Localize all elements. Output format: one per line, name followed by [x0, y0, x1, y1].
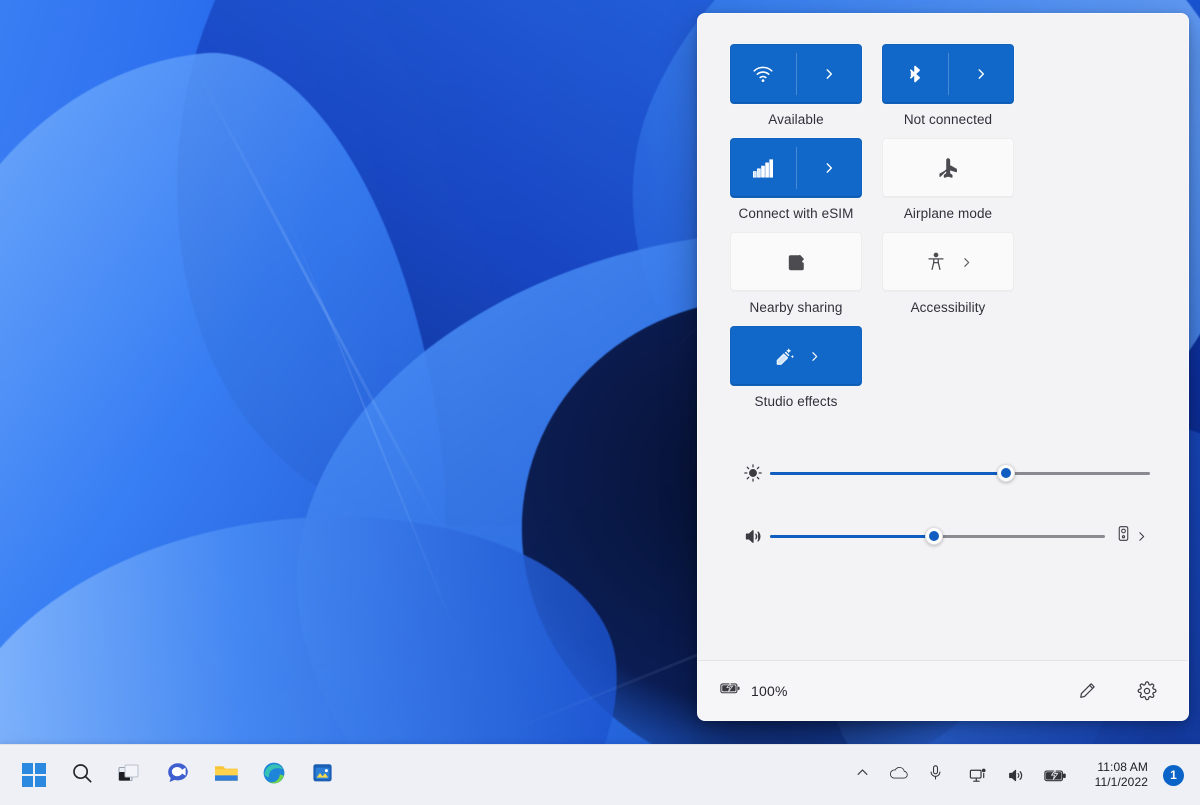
bluetooth-icon — [900, 59, 930, 89]
onedrive-button[interactable] — [879, 752, 918, 798]
brightness-slider[interactable] — [770, 462, 1150, 484]
battery-charging-icon — [1035, 752, 1077, 798]
tile-label-cellular: Connect with eSIM — [730, 205, 862, 222]
windows-logo-icon — [22, 763, 47, 788]
quick-toggle-accessibility[interactable] — [882, 232, 1014, 292]
search-button[interactable] — [58, 752, 106, 798]
chevron-right-icon[interactable] — [1132, 527, 1150, 545]
brightness-icon — [736, 463, 770, 483]
edit-pencil-icon[interactable] — [1072, 676, 1102, 706]
quick-settings-footer: 100% — [698, 660, 1188, 720]
tile-cell-cellular: Connect with eSIM — [730, 138, 862, 222]
slider-thumb[interactable] — [997, 464, 1015, 482]
chevron-right-icon[interactable] — [972, 65, 990, 83]
chevron-right-icon[interactable] — [805, 347, 823, 365]
tile-divider — [796, 53, 797, 95]
microsoft-store-button[interactable] — [298, 752, 346, 798]
chevron-right-icon[interactable] — [820, 159, 838, 177]
volume-icon — [997, 752, 1035, 798]
microphone-icon — [927, 763, 944, 787]
audio-output-selector[interactable] — [1115, 524, 1150, 548]
microsoft-store-icon — [310, 760, 335, 790]
tile-cell-bluetooth: Not connected — [882, 44, 1014, 128]
volume-slider-row — [730, 524, 1156, 548]
quick-settings-tile-grid: Available Not c — [730, 44, 1156, 420]
quick-toggle-airplane-mode[interactable] — [882, 138, 1014, 198]
quick-settings-panel: Available Not c — [697, 13, 1189, 721]
chevron-up-icon — [855, 765, 870, 785]
start-button[interactable] — [10, 752, 58, 798]
quick-toggle-wifi[interactable] — [730, 44, 862, 104]
file-explorer-icon — [213, 761, 240, 790]
notification-badge[interactable]: 1 — [1163, 765, 1184, 786]
file-explorer-button[interactable] — [202, 752, 250, 798]
tile-cell-airplane: Airplane mode — [882, 138, 1014, 222]
footer-actions — [1072, 676, 1162, 706]
quick-settings-body: Available Not c — [698, 14, 1188, 660]
task-view-button[interactable] — [106, 752, 154, 798]
tile-divider — [796, 147, 797, 189]
tile-cell-wifi: Available — [730, 44, 862, 128]
signal-bars-icon — [748, 153, 778, 183]
quick-toggle-cellular[interactable] — [730, 138, 862, 198]
tile-label-bluetooth: Not connected — [882, 111, 1014, 128]
tile-divider — [948, 53, 949, 95]
battery-charging-icon — [720, 681, 742, 700]
microphone-button[interactable] — [918, 752, 953, 798]
chevron-right-icon[interactable] — [957, 253, 975, 271]
quick-toggle-bluetooth[interactable] — [882, 44, 1014, 104]
accessibility-icon — [921, 247, 951, 277]
share-icon — [781, 247, 811, 277]
speaker-icon — [736, 526, 770, 547]
quick-toggle-studio-effects[interactable] — [730, 326, 862, 386]
taskbar-app-buttons — [0, 752, 346, 798]
tile-label-nearby-sharing: Nearby sharing — [730, 299, 862, 316]
system-tray: 11:08 AM 11/1/2022 1 — [846, 752, 1200, 798]
taskbar: 11:08 AM 11/1/2022 1 — [0, 744, 1200, 805]
tile-cell-studio-effects: Studio effects — [730, 326, 862, 410]
microsoft-edge-button[interactable] — [250, 752, 298, 798]
airplane-icon — [933, 153, 963, 183]
volume-slider[interactable] — [770, 525, 1105, 547]
slider-thumb[interactable] — [925, 527, 943, 545]
gear-icon[interactable] — [1132, 676, 1162, 706]
cloud-icon — [888, 764, 909, 786]
quick-toggle-nearby-sharing[interactable] — [730, 232, 862, 292]
clock-time: 11:08 AM — [1097, 760, 1148, 775]
slider-fill — [770, 472, 1006, 475]
battery-percentage: 100% — [751, 683, 788, 699]
slider-fill — [770, 535, 934, 538]
quick-settings-tray-button[interactable] — [953, 752, 1083, 798]
brightness-slider-row — [730, 462, 1156, 484]
chevron-right-icon[interactable] — [820, 65, 838, 83]
tile-label-studio-effects: Studio effects — [730, 393, 862, 410]
search-icon — [70, 761, 94, 790]
battery-status: 100% — [720, 681, 788, 700]
tile-cell-accessibility: Accessibility — [882, 232, 1014, 316]
tile-label-accessibility: Accessibility — [882, 299, 1014, 316]
microsoft-edge-icon — [261, 760, 287, 791]
tile-label-wifi: Available — [730, 111, 862, 128]
studio-effects-icon — [769, 341, 799, 371]
wifi-icon — [748, 59, 778, 89]
tile-cell-nearby-sharing: Nearby sharing — [730, 232, 862, 316]
audio-output-icon[interactable] — [1115, 524, 1132, 548]
clock-date: 11/1/2022 — [1095, 775, 1148, 790]
chat-icon — [165, 760, 191, 791]
tile-label-airplane: Airplane mode — [882, 205, 1014, 222]
show-hidden-icons-button[interactable] — [846, 752, 879, 798]
chat-button[interactable] — [154, 752, 202, 798]
clock[interactable]: 11:08 AM 11/1/2022 — [1083, 752, 1158, 798]
task-view-icon — [117, 761, 143, 790]
network-icon — [959, 752, 997, 798]
